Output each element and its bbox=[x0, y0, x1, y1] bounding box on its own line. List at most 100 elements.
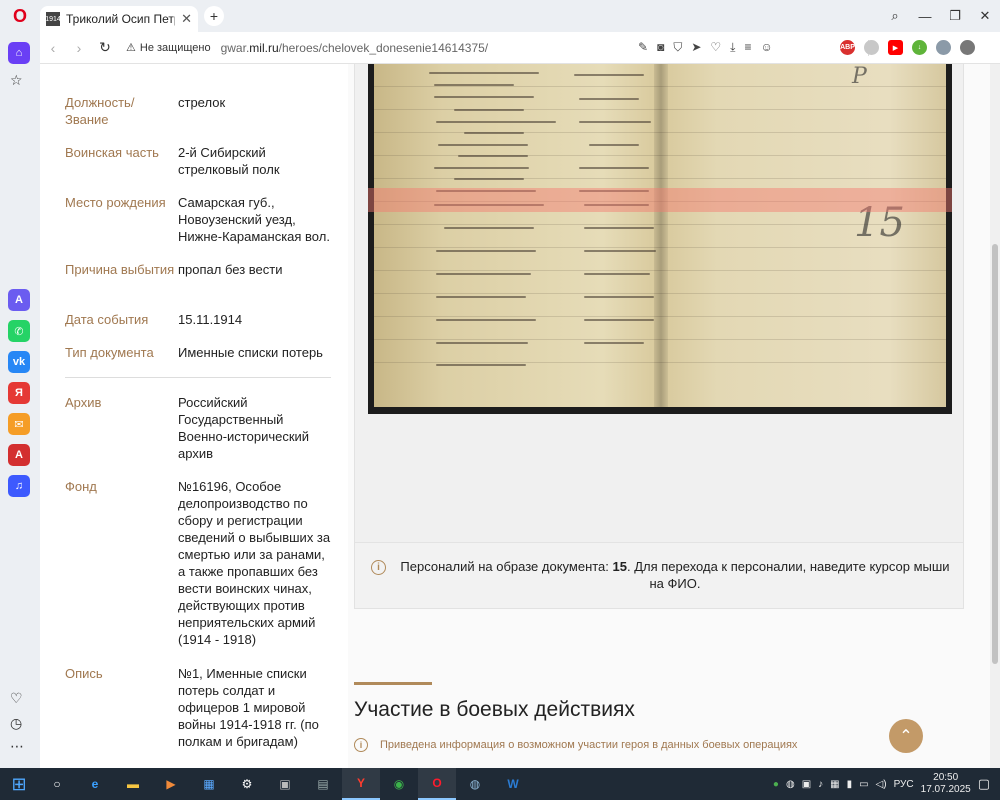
tray-nvidia-icon[interactable]: ▣ bbox=[802, 779, 811, 790]
info-label: Архив bbox=[65, 395, 102, 410]
extension-icon[interactable] bbox=[864, 40, 879, 55]
sidebar-more-icon[interactable]: ⋯ bbox=[10, 738, 24, 755]
handwriting bbox=[584, 227, 654, 229]
sidebar-home-icon[interactable]: ⌂ bbox=[8, 42, 30, 64]
handwriting bbox=[584, 250, 656, 252]
download-icon[interactable]: ⤓ bbox=[730, 40, 735, 55]
youtube-icon[interactable]: ▶ bbox=[888, 40, 903, 55]
info-label: Должность/ Звание bbox=[65, 95, 135, 127]
sidebar-bookmarks-icon[interactable]: ☆ bbox=[10, 72, 23, 89]
tray-network-icon[interactable]: ▭ bbox=[859, 779, 868, 790]
info-value: стрелок bbox=[178, 95, 226, 110]
profile-icon[interactable]: ☺ bbox=[760, 40, 772, 55]
taskbar-app-icon[interactable]: ▣ bbox=[266, 768, 304, 800]
sidebar-history-icon[interactable]: ◷ bbox=[10, 715, 22, 732]
heart-icon[interactable]: ♡ bbox=[710, 40, 721, 55]
taskbar-app-icon[interactable]: ▤ bbox=[304, 768, 342, 800]
taskbar-chrome-icon[interactable]: ◉ bbox=[380, 768, 418, 800]
opera-menu-icon[interactable]: O bbox=[0, 0, 40, 32]
sidebar-mail-icon[interactable]: ✉ bbox=[8, 413, 30, 435]
taskbar-search-icon[interactable]: ○ bbox=[38, 768, 76, 800]
highlighted-person-row[interactable] bbox=[368, 188, 952, 212]
info-label: Фонд bbox=[65, 479, 97, 494]
search-tabs-icon[interactable]: ⌕ bbox=[880, 8, 910, 24]
clock-date: 17.07.2025 bbox=[920, 784, 971, 795]
window-controls: ⌕ — ❐ ✕ bbox=[880, 0, 1000, 32]
persona-note-text: Персоналий на образе документа: 15. Для … bbox=[397, 558, 953, 592]
taskbar-settings-icon[interactable]: ⚙ bbox=[228, 768, 266, 800]
taskbar-steam-icon[interactable]: ◍ bbox=[456, 768, 494, 800]
handwriting bbox=[579, 121, 651, 123]
forward-icon[interactable]: › bbox=[66, 40, 92, 56]
handwriting bbox=[436, 342, 528, 344]
vpn-shield-icon[interactable] bbox=[936, 40, 951, 55]
new-tab-button[interactable]: + bbox=[204, 6, 224, 26]
handwriting bbox=[584, 273, 650, 275]
sidebar-yandex-icon[interactable]: Я bbox=[8, 382, 30, 404]
sidebar-app-icon[interactable]: A bbox=[8, 444, 30, 466]
windows-start-icon[interactable]: ⊞ bbox=[0, 768, 38, 800]
restore-icon[interactable]: ❐ bbox=[940, 8, 970, 24]
hero-info-panel: Должность/ Звание стрелок Воинская часть… bbox=[40, 64, 348, 768]
handwriting bbox=[454, 109, 524, 111]
download-arrow-icon[interactable]: ↓ bbox=[912, 40, 927, 55]
security-indicator[interactable]: ⚠ Не защищено bbox=[126, 41, 211, 55]
tray-clock[interactable]: 20:50 17.07.2025 bbox=[921, 772, 971, 796]
handwriting bbox=[434, 167, 529, 169]
tray-app-icon[interactable]: ● bbox=[773, 779, 779, 790]
document-scan-image[interactable]: P 15 bbox=[368, 64, 952, 414]
taskbar-explorer-icon[interactable]: ▬ bbox=[114, 768, 152, 800]
send-icon[interactable]: ➤ bbox=[691, 40, 701, 55]
info-value: №16196, Особое делопроизводство по сбору… bbox=[178, 479, 331, 647]
tray-language[interactable]: РУС bbox=[894, 779, 914, 790]
tray-mic-icon[interactable]: ▮ bbox=[847, 779, 853, 790]
close-window-icon[interactable]: ✕ bbox=[970, 8, 1000, 24]
info-value: пропал без вести bbox=[178, 262, 283, 277]
handwriting bbox=[434, 96, 534, 98]
tray-speaker-icon[interactable]: ♪ bbox=[818, 779, 823, 790]
camera-icon[interactable]: ◙ bbox=[657, 40, 664, 55]
taskbar-store-icon[interactable]: ▦ bbox=[190, 768, 228, 800]
scrollbar-thumb[interactable] bbox=[992, 244, 998, 664]
minimize-icon[interactable]: — bbox=[910, 9, 940, 24]
info-row-fond: Фонд №16196, Особое делопроизводство по … bbox=[65, 478, 335, 648]
scroll-to-top-button[interactable]: ⌃ bbox=[889, 719, 923, 753]
edit-icon[interactable]: ✎ bbox=[638, 40, 648, 55]
notifications-icon[interactable]: ▢ bbox=[978, 776, 990, 792]
sidebar-vk-icon[interactable]: vk bbox=[8, 351, 30, 373]
taskbar-media-icon[interactable]: ▶ bbox=[152, 768, 190, 800]
info-row-unit: Воинская часть 2-й Сибирский стрелковый … bbox=[65, 144, 335, 178]
info-label: Тип документа bbox=[65, 345, 154, 360]
taskbar-word-icon[interactable]: W bbox=[494, 768, 532, 800]
section-subnote: i Приведена информация о возможном участ… bbox=[354, 738, 797, 752]
url-field[interactable]: gwar.mil.ru/heroes/chelovek_donesenie146… bbox=[221, 41, 489, 55]
sidebar-heart-icon[interactable]: ♡ bbox=[10, 690, 23, 707]
system-tray: ● ◍ ▣ ♪ ▦ ▮ ▭ ◁) РУС 20:50 17.07.2025 ▢ bbox=[773, 768, 1000, 800]
sidebar-music-icon[interactable]: ♫ bbox=[8, 475, 30, 497]
back-icon[interactable]: ‹ bbox=[40, 40, 66, 56]
url-host-bold: mil.ru bbox=[249, 40, 279, 55]
info-value: Именные списки потерь bbox=[178, 345, 323, 360]
taskbar-opera-icon[interactable]: O bbox=[418, 768, 456, 800]
sidebar-aria-icon[interactable]: A bbox=[8, 289, 30, 311]
sidebar-whatsapp-icon[interactable]: ✆ bbox=[8, 320, 30, 342]
taskbar-edge-icon[interactable]: e bbox=[76, 768, 114, 800]
adblock-icon[interactable]: ABP bbox=[840, 40, 855, 55]
info-value: 2-й Сибирский стрелковый полк bbox=[178, 145, 280, 177]
tray-steam-icon[interactable]: ◍ bbox=[786, 779, 795, 790]
windows-taskbar: ⊞ ○ e ▬ ▶ ▦ ⚙ ▣ ▤ Y ◉ O ◍ W ● ◍ ▣ ♪ ▦ ▮ … bbox=[0, 768, 1000, 800]
tab-close-icon[interactable]: ✕ bbox=[181, 11, 192, 27]
handwriting bbox=[464, 132, 524, 134]
taskbar-yandex-icon[interactable]: Y bbox=[342, 768, 380, 800]
info-divider bbox=[65, 377, 331, 378]
menu-lines-icon[interactable]: ≡ bbox=[744, 40, 751, 55]
handwriting bbox=[574, 74, 644, 76]
reload-icon[interactable]: ↻ bbox=[92, 39, 118, 56]
tray-app-icon[interactable]: ▦ bbox=[830, 779, 839, 790]
tray-volume-icon[interactable]: ◁) bbox=[876, 779, 887, 790]
handwritten-mark: P bbox=[852, 64, 867, 89]
shield-icon[interactable]: ⛉ bbox=[673, 40, 682, 55]
cube-icon[interactable] bbox=[960, 40, 975, 55]
page-scrollbar[interactable] bbox=[990, 64, 1000, 768]
browser-tab[interactable]: 1914 Триколий Осип Петрови ✕ bbox=[40, 6, 198, 32]
